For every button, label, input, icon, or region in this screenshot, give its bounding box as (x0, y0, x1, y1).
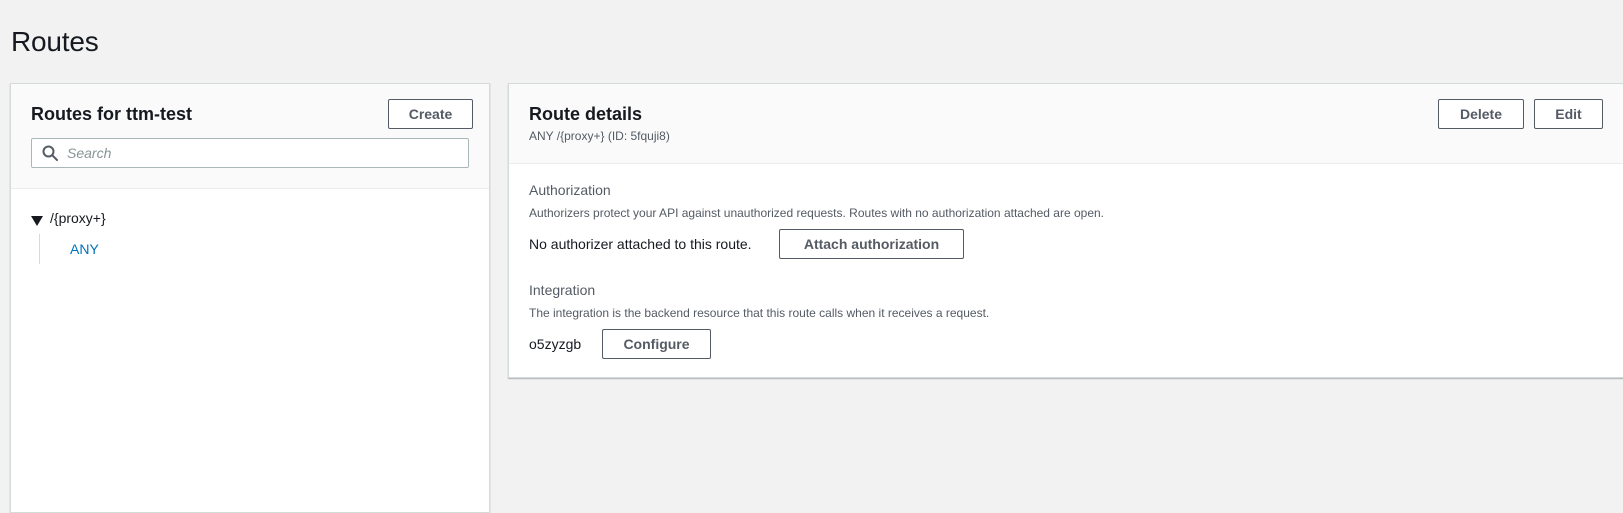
edit-button[interactable]: Edit (1534, 99, 1603, 129)
routes-panel-header: Routes for ttm-test Create (11, 84, 489, 189)
search-input[interactable] (67, 140, 447, 166)
route-tree: /{proxy+} ANY (31, 210, 106, 264)
integration-label: Integration (529, 282, 596, 298)
route-details-header: Route details ANY /{proxy+} (ID: 5fquji8… (509, 84, 1623, 164)
authorization-description: Authorizers protect your API against una… (529, 206, 1105, 220)
authorization-label: Authorization (529, 182, 611, 198)
page-title: Routes (11, 26, 99, 57)
tree-node-label: /{proxy+} (50, 210, 106, 226)
delete-button[interactable]: Delete (1438, 99, 1524, 129)
integration-value: o5zyzgb (529, 336, 582, 352)
route-details-heading: Route details (529, 104, 643, 124)
caret-down-icon[interactable] (31, 213, 43, 226)
create-route-button[interactable]: Create (388, 99, 473, 129)
search-icon (42, 145, 58, 161)
route-subtitle: ANY /{proxy+} (ID: 5fquji8) (529, 129, 670, 143)
search-field[interactable] (31, 138, 469, 168)
route-method-any-link[interactable]: ANY (70, 241, 99, 257)
integration-description: The integration is the backend resource … (529, 306, 990, 320)
tree-children: ANY (39, 234, 106, 264)
routes-panel: Routes for ttm-test Create /{proxy+} ANY (10, 83, 490, 513)
configure-integration-button[interactable]: Configure (602, 329, 711, 359)
attach-authorization-button[interactable]: Attach authorization (779, 229, 964, 259)
routes-panel-heading: Routes for ttm-test (31, 104, 192, 124)
authorization-status: No authorizer attached to this route. (529, 236, 752, 252)
tree-node-proxy[interactable]: /{proxy+} (31, 210, 106, 226)
route-details-panel: Route details ANY /{proxy+} (ID: 5fquji8… (508, 83, 1623, 378)
